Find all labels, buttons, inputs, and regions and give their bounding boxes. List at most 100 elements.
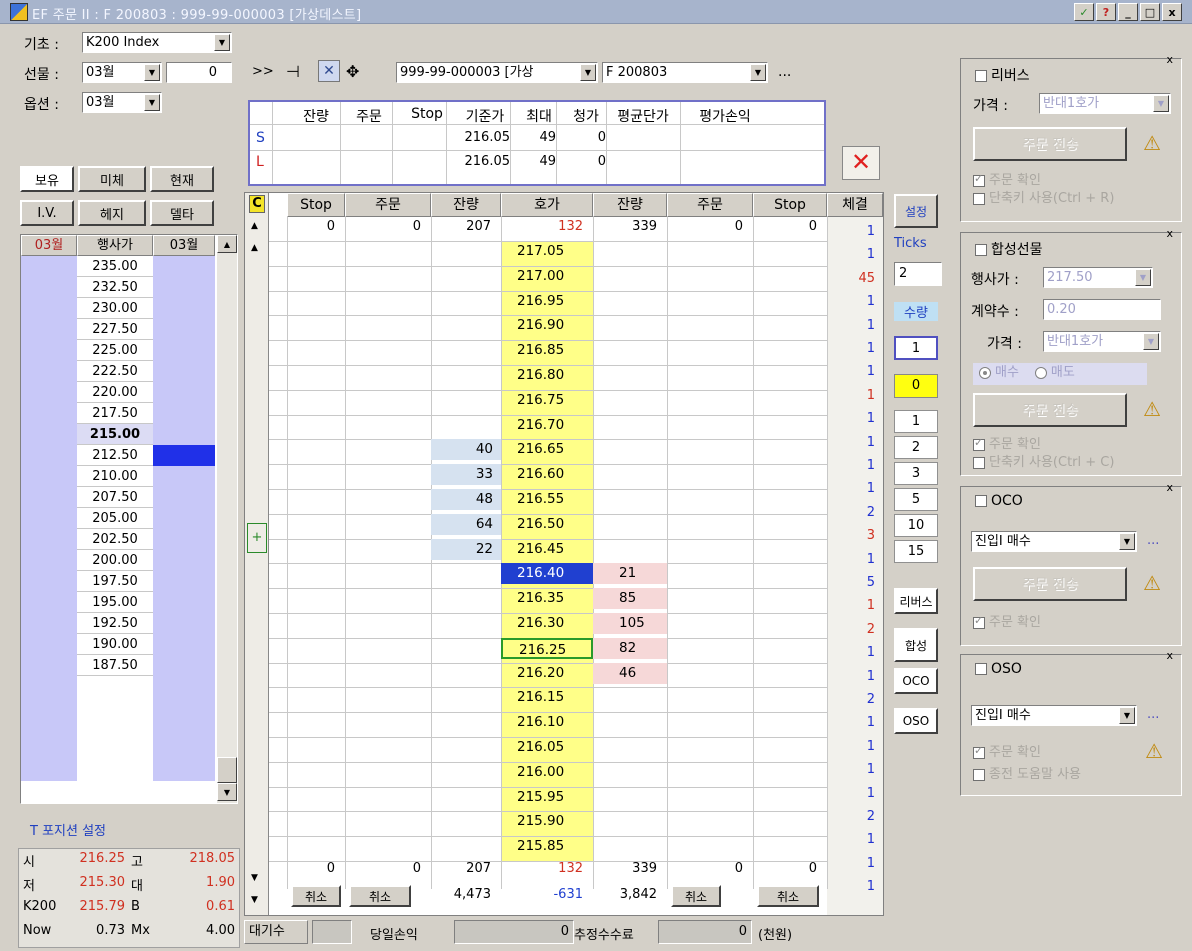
more-button[interactable]: ... — [778, 64, 791, 80]
panel-close-icon[interactable]: x — [1166, 649, 1173, 662]
panel-enable-checkbox[interactable] — [975, 244, 987, 256]
ask-qty-cell[interactable] — [593, 687, 667, 708]
price-cell[interactable]: 216.25 — [501, 637, 593, 659]
bid-qty-cell[interactable] — [431, 390, 501, 411]
bid-qty-cell[interactable] — [431, 712, 501, 733]
price-cell[interactable]: 215.95 — [501, 787, 593, 808]
synth-side-radio[interactable]: 매수 매도 — [973, 363, 1147, 385]
futures-month-select[interactable]: 03월 ▼ — [82, 62, 162, 83]
reverse-send-button[interactable]: 주문 전송 — [973, 127, 1127, 161]
ask-qty-cell[interactable] — [593, 836, 667, 857]
bid-qty-cell[interactable] — [431, 291, 501, 312]
ask-qty-cell[interactable]: 21 — [593, 563, 667, 585]
reverse-price-select[interactable]: 반대1호가 ▼ — [1039, 93, 1171, 114]
tick-option[interactable]: 15 — [894, 540, 938, 563]
strike-cell[interactable]: 202.50 — [77, 529, 153, 550]
ladder-header[interactable]: Stop — [287, 193, 345, 217]
qty-input[interactable]: 1 — [894, 336, 938, 360]
tick-option[interactable]: 5 — [894, 488, 938, 511]
account-select[interactable]: 999-99-000003 [가상 ▼ — [396, 62, 598, 83]
oso-shortcut-check[interactable]: 종전 도움말 사용 — [973, 763, 1081, 782]
bid-qty-cell[interactable] — [431, 415, 501, 436]
side-button-1[interactable]: 합성 — [894, 628, 938, 662]
strike-cell[interactable]: 217.50 — [77, 403, 153, 424]
price-cell[interactable]: 216.35 — [501, 588, 593, 609]
oco-select[interactable]: 진입I 매수 ▼ — [971, 531, 1137, 552]
oso-confirm-check[interactable]: 주문 확인 — [973, 741, 1041, 760]
cancel-button[interactable]: 취소 — [757, 885, 819, 907]
ask-qty-cell[interactable] — [593, 241, 667, 262]
ask-qty-cell[interactable] — [593, 390, 667, 411]
sell-radio[interactable] — [1034, 366, 1047, 379]
price-cell[interactable]: 216.65 — [501, 439, 593, 460]
oco-send-button[interactable]: 주문 전송 — [973, 567, 1127, 601]
futures-qty-field[interactable]: 0 — [166, 62, 232, 83]
bid-qty-cell[interactable] — [431, 563, 501, 584]
bid-qty-cell[interactable] — [431, 588, 501, 609]
settings-gear-icon[interactable]: ✥ — [346, 62, 359, 81]
price-cell[interactable]: 216.40 — [501, 563, 593, 585]
crosshair-icon[interactable]: + — [247, 523, 267, 553]
strike-cell[interactable]: 220.00 — [77, 382, 153, 403]
tick-option[interactable]: 1 — [894, 410, 938, 433]
tab-iv[interactable]: I.V. — [20, 200, 74, 226]
panel-close-icon[interactable]: x — [1166, 481, 1173, 494]
synth-qty-field[interactable]: 0.20 — [1043, 299, 1161, 320]
reverse-shortcut-check[interactable]: 단축키 사용(Ctrl + R) — [973, 187, 1114, 206]
tab-current[interactable]: 현재 — [150, 166, 214, 192]
scroll-thumb[interactable] — [217, 757, 237, 783]
ask-qty-cell[interactable] — [593, 266, 667, 287]
ladder-header[interactable]: 잔량 — [431, 193, 501, 217]
bid-qty-cell[interactable] — [431, 762, 501, 783]
selected-put-cell[interactable] — [153, 445, 215, 466]
panel-close-icon[interactable]: x — [1166, 53, 1173, 66]
oco-confirm-check[interactable]: 주문 확인 — [973, 611, 1041, 630]
ask-qty-cell[interactable] — [593, 464, 667, 485]
oso-select[interactable]: 진입I 매수 ▼ — [971, 705, 1137, 726]
checkbox[interactable] — [973, 456, 985, 469]
tick-option[interactable]: 2 — [894, 436, 938, 459]
strike-scrollbar[interactable]: ▲ ▼ — [217, 235, 237, 803]
price-cell[interactable]: 216.00 — [501, 762, 593, 783]
expand-button[interactable]: >> — [252, 64, 274, 79]
bid-qty-cell[interactable] — [431, 638, 501, 659]
ask-qty-cell[interactable] — [593, 787, 667, 808]
bid-qty-cell[interactable] — [431, 836, 501, 857]
strike-cell[interactable]: 212.50 — [77, 445, 153, 466]
strike-cell[interactable]: 232.50 — [77, 277, 153, 298]
price-cell[interactable]: 216.15 — [501, 687, 593, 708]
price-cell[interactable]: 217.00 — [501, 266, 593, 287]
tick-option[interactable]: 3 — [894, 462, 938, 485]
price-cell[interactable]: 216.30 — [501, 613, 593, 634]
strike-cell[interactable]: 207.50 — [77, 487, 153, 508]
strike-cell[interactable]: 197.50 — [77, 571, 153, 592]
strike-cell[interactable]: 227.50 — [77, 319, 153, 340]
strike-cell[interactable]: 187.50 — [77, 655, 153, 676]
panel-title-row[interactable]: OCO — [975, 493, 1023, 509]
cancel-button[interactable]: 취소 — [291, 885, 341, 907]
bid-qty-cell[interactable] — [431, 315, 501, 336]
satellite-icon[interactable]: ✕ — [318, 60, 340, 82]
price-cell[interactable]: 215.90 — [501, 811, 593, 832]
price-cell[interactable]: 217.05 — [501, 241, 593, 262]
price-cell[interactable]: 216.45 — [501, 539, 593, 560]
price-cell[interactable]: 216.05 — [501, 737, 593, 758]
bid-qty-cell[interactable] — [431, 811, 501, 832]
tick-option[interactable]: 10 — [894, 514, 938, 537]
minimize-button[interactable]: _ — [1118, 3, 1138, 21]
cancel-button[interactable]: 취소 — [671, 885, 721, 907]
tab-unfilled[interactable]: 미체 — [78, 166, 146, 192]
panel-title-row[interactable]: 합성선물 — [975, 239, 1043, 259]
ladder-header[interactable]: 주문 — [667, 193, 753, 217]
bid-qty-cell[interactable]: 40 — [431, 439, 501, 461]
ask-qty-cell[interactable] — [593, 439, 667, 460]
ladder-header[interactable]: 주문 — [345, 193, 431, 217]
tab-delta[interactable]: 델타 — [150, 200, 214, 226]
scroll-top-icon[interactable]: ▲ — [251, 221, 258, 231]
bid-qty-cell[interactable] — [431, 340, 501, 361]
position-settings-label[interactable]: T 포지션 설정 — [30, 820, 106, 839]
panel-enable-checkbox[interactable] — [975, 70, 987, 82]
scroll-down-icon[interactable]: ▼ — [217, 783, 237, 801]
ask-qty-cell[interactable] — [593, 539, 667, 560]
bid-qty-cell[interactable] — [431, 241, 501, 262]
